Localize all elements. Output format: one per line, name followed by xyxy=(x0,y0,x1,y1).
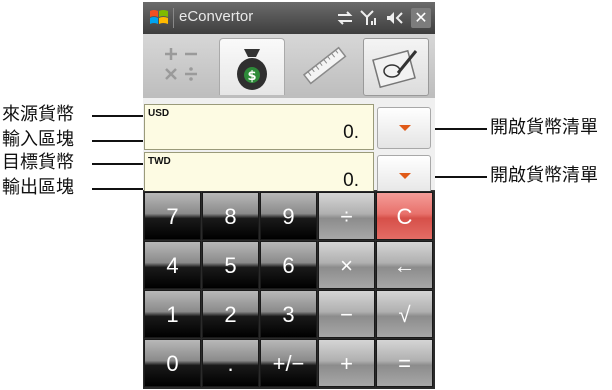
keypad: 7 8 9 ÷ C 4 5 6 × ← 1 2 3 − √ 0 . +/− + … xyxy=(143,191,435,389)
annotation-input-block: 輸入區塊 xyxy=(2,129,74,150)
target-currency-code: TWD xyxy=(148,156,171,167)
key-add[interactable]: + xyxy=(318,339,375,387)
tab-units[interactable] xyxy=(293,38,357,94)
volume-icon[interactable] xyxy=(385,9,405,27)
key-8[interactable]: 8 xyxy=(202,192,259,240)
math-operators-icon xyxy=(165,48,197,81)
key-equals[interactable]: = xyxy=(376,339,433,387)
key-divide[interactable]: ÷ xyxy=(318,192,375,240)
chevron-down-icon xyxy=(399,125,411,131)
key-plus-minus[interactable]: +/− xyxy=(260,339,317,387)
signal-icon[interactable] xyxy=(359,9,379,27)
key-9[interactable]: 9 xyxy=(260,192,317,240)
title-divider xyxy=(173,8,174,28)
source-amount-input[interactable]: USD 0. xyxy=(144,104,374,150)
annotation-open-list-2: 開啟貨幣清單 xyxy=(490,165,598,186)
annotation-open-list-1: 開啟貨幣清單 xyxy=(490,117,598,138)
key-subtract[interactable]: − xyxy=(318,290,375,338)
annotation-source-currency: 來源貨幣 xyxy=(2,104,74,125)
source-currency-code: USD xyxy=(148,108,170,119)
key-5[interactable]: 5 xyxy=(202,241,259,289)
key-1[interactable]: 1 xyxy=(144,290,201,338)
windows-logo-icon[interactable] xyxy=(149,8,169,28)
key-decimal[interactable]: . xyxy=(202,339,259,387)
chevron-down-icon xyxy=(399,173,411,179)
key-6[interactable]: 6 xyxy=(260,241,317,289)
currency-fields: USD 0. TWD 0. xyxy=(143,98,435,198)
money-bag-icon: $ xyxy=(237,49,267,90)
tab-settings[interactable] xyxy=(363,38,429,96)
title-bar: eConvertor ✕ xyxy=(143,2,435,34)
device-screen: eConvertor ✕ $ USD 0. TWD 0. 7 8 9 ÷ C 4… xyxy=(143,2,435,389)
key-clear[interactable]: C xyxy=(376,192,433,240)
key-3[interactable]: 3 xyxy=(260,290,317,338)
key-multiply[interactable]: × xyxy=(318,241,375,289)
sync-icon[interactable] xyxy=(335,9,355,27)
key-backspace[interactable]: ← xyxy=(376,241,433,289)
ruler-icon xyxy=(302,46,347,85)
key-0[interactable]: 0 xyxy=(144,339,201,387)
key-7[interactable]: 7 xyxy=(144,192,201,240)
app-title: eConvertor xyxy=(179,8,254,25)
svg-text:$: $ xyxy=(247,69,256,84)
close-button[interactable]: ✕ xyxy=(411,8,431,28)
target-amount-value: 0. xyxy=(343,170,359,191)
key-2[interactable]: 2 xyxy=(202,290,259,338)
source-currency-dropdown[interactable] xyxy=(377,107,431,149)
mode-tabs: $ xyxy=(143,34,435,98)
source-amount-value: 0. xyxy=(343,122,359,143)
key-sqrt[interactable]: √ xyxy=(376,290,433,338)
annotation-output-block: 輸出區塊 xyxy=(2,177,74,198)
tab-currency[interactable]: $ xyxy=(219,38,285,95)
key-4[interactable]: 4 xyxy=(144,241,201,289)
annotation-target-currency: 目標貨幣 xyxy=(2,152,74,173)
edit-settings-icon xyxy=(372,49,418,89)
tab-calculator[interactable] xyxy=(151,38,215,94)
